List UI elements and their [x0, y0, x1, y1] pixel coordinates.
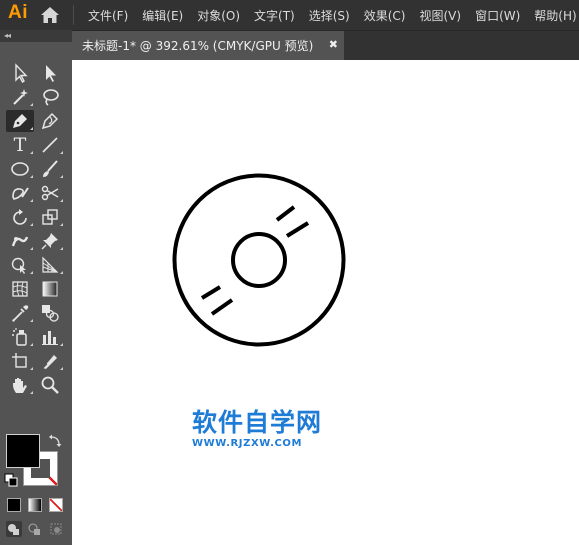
tools-panel-header[interactable]: ◂◂ [0, 30, 72, 42]
curvature-pen-icon [41, 112, 59, 130]
magic-wand-tool[interactable] [6, 86, 34, 108]
close-icon[interactable]: ✖ [329, 38, 338, 51]
symbol-sprayer-tool[interactable] [6, 326, 34, 348]
disc-highlight-stroke[interactable] [285, 221, 310, 238]
artboard-icon [12, 353, 27, 368]
column-graph-icon [42, 331, 58, 345]
puppet-warp-icon [11, 236, 29, 247]
tools-panel: ◂◂ T [0, 30, 72, 545]
artboard-tool[interactable] [6, 350, 34, 372]
pen-tool[interactable] [6, 110, 34, 132]
scale-icon [42, 209, 58, 225]
menu-items: 文件(F) 编辑(E) 对象(O) 文字(T) 选择(S) 效果(C) 视图(V… [88, 7, 577, 24]
menu-window[interactable]: 窗口(W) [475, 7, 520, 24]
ellipse-tool[interactable] [6, 158, 34, 180]
type-icon: T [13, 134, 27, 156]
mesh-tool[interactable] [6, 278, 34, 300]
pin-icon [41, 233, 58, 250]
shape-builder-tool[interactable] [6, 254, 34, 276]
menu-separator [73, 5, 74, 25]
menu-view[interactable]: 视图(V) [419, 7, 461, 24]
selection-arrow-icon [15, 63, 28, 84]
eyedropper-icon [12, 305, 29, 322]
scale-tool[interactable] [36, 206, 64, 228]
hand-tool[interactable] [6, 374, 34, 396]
home-icon[interactable] [40, 6, 60, 24]
perspective-grid-tool[interactable] [36, 254, 64, 276]
eyedropper-tool[interactable] [6, 302, 34, 324]
blend-icon [42, 305, 59, 322]
disc-inner-circle[interactable] [231, 232, 287, 288]
scissors-tool[interactable] [36, 182, 64, 204]
ellipse-icon [11, 162, 29, 176]
hand-icon [13, 378, 27, 393]
paintbrush-icon [43, 160, 58, 177]
pin-tool[interactable] [36, 230, 64, 252]
shape-builder-icon [11, 257, 26, 274]
blend-tool[interactable] [36, 302, 64, 324]
curvature-tool[interactable] [36, 110, 64, 132]
color-mode-button[interactable] [7, 498, 21, 512]
collapse-panel-icon[interactable]: ◂◂ [4, 30, 11, 42]
document-tab[interactable]: 未标题-1* @ 392.61% (CMYK/GPU 预览) ✖ [72, 31, 344, 60]
draw-inside-icon[interactable] [48, 521, 64, 537]
magic-wand-icon [13, 89, 28, 105]
pen-icon [13, 114, 27, 128]
draw-behind-icon[interactable] [27, 521, 43, 537]
draw-normal-icon[interactable] [6, 521, 22, 537]
app-logo: Ai [8, 2, 28, 23]
selection-tool[interactable] [6, 62, 34, 84]
mesh-icon [12, 281, 28, 297]
type-tool[interactable]: T [6, 134, 34, 156]
line-segment-tool[interactable] [36, 134, 64, 156]
menu-file[interactable]: 文件(F) [88, 7, 128, 24]
menu-object[interactable]: 对象(O) [197, 7, 240, 24]
disc-highlight-stroke[interactable] [275, 205, 296, 222]
zoom-icon [41, 376, 59, 394]
watermark-url: WWW.RJZXW.COM [192, 438, 303, 449]
menu-help[interactable]: 帮助(H) [534, 7, 576, 24]
artboard-canvas[interactable]: 软件自学网 WWW.RJZXW.COM [72, 60, 579, 545]
rotate-tool[interactable] [6, 206, 34, 228]
line-segment-icon [42, 137, 58, 153]
scissors-icon [41, 185, 59, 201]
document-tab-bar: 未标题-1* @ 392.61% (CMYK/GPU 预览) ✖ [72, 30, 579, 60]
document-tab-title: 未标题-1* @ 392.61% (CMYK/GPU 预览) [82, 39, 314, 53]
shaper-icon [12, 187, 29, 200]
gradient-icon [42, 281, 58, 297]
paintbrush-tool[interactable] [36, 158, 64, 180]
slice-icon [42, 355, 57, 369]
gradient-tool[interactable] [36, 278, 64, 300]
shaper-tool[interactable] [6, 182, 34, 204]
gradient-mode-button[interactable] [28, 498, 42, 512]
menu-edit[interactable]: 编辑(E) [142, 7, 183, 24]
disc-highlight-stroke[interactable] [210, 298, 234, 316]
default-fill-stroke-icon[interactable] [4, 473, 18, 487]
disc-artwork[interactable] [72, 60, 579, 545]
direct-selection-tool[interactable] [36, 62, 64, 84]
column-graph-tool[interactable] [36, 326, 64, 348]
menu-effect[interactable]: 效果(C) [364, 7, 406, 24]
lasso-tool[interactable] [36, 86, 64, 108]
disc-outer-circle[interactable] [172, 173, 346, 347]
watermark: 软件自学网 WWW.RJZXW.COM [192, 408, 322, 449]
menu-select[interactable]: 选择(S) [309, 7, 350, 24]
puppet-warp-tool[interactable] [6, 230, 34, 252]
none-mode-button[interactable] [49, 498, 63, 512]
zoom-tool[interactable] [36, 374, 64, 396]
lasso-icon [43, 89, 59, 106]
symbol-sprayer-icon [12, 328, 27, 346]
rotate-icon [13, 209, 27, 225]
disc-highlight-stroke[interactable] [200, 285, 222, 300]
menu-type[interactable]: 文字(T) [254, 7, 295, 24]
watermark-title: 软件自学网 [192, 408, 323, 437]
menu-bar: Ai 文件(F) 编辑(E) 对象(O) 文字(T) 选择(S) 效果(C) 视… [0, 0, 579, 30]
direct-selection-arrow-icon [46, 65, 56, 82]
fill-swatch[interactable] [6, 434, 40, 468]
perspective-grid-icon [42, 256, 59, 273]
slice-tool[interactable] [36, 350, 64, 372]
swap-fill-stroke-icon[interactable] [48, 434, 62, 448]
